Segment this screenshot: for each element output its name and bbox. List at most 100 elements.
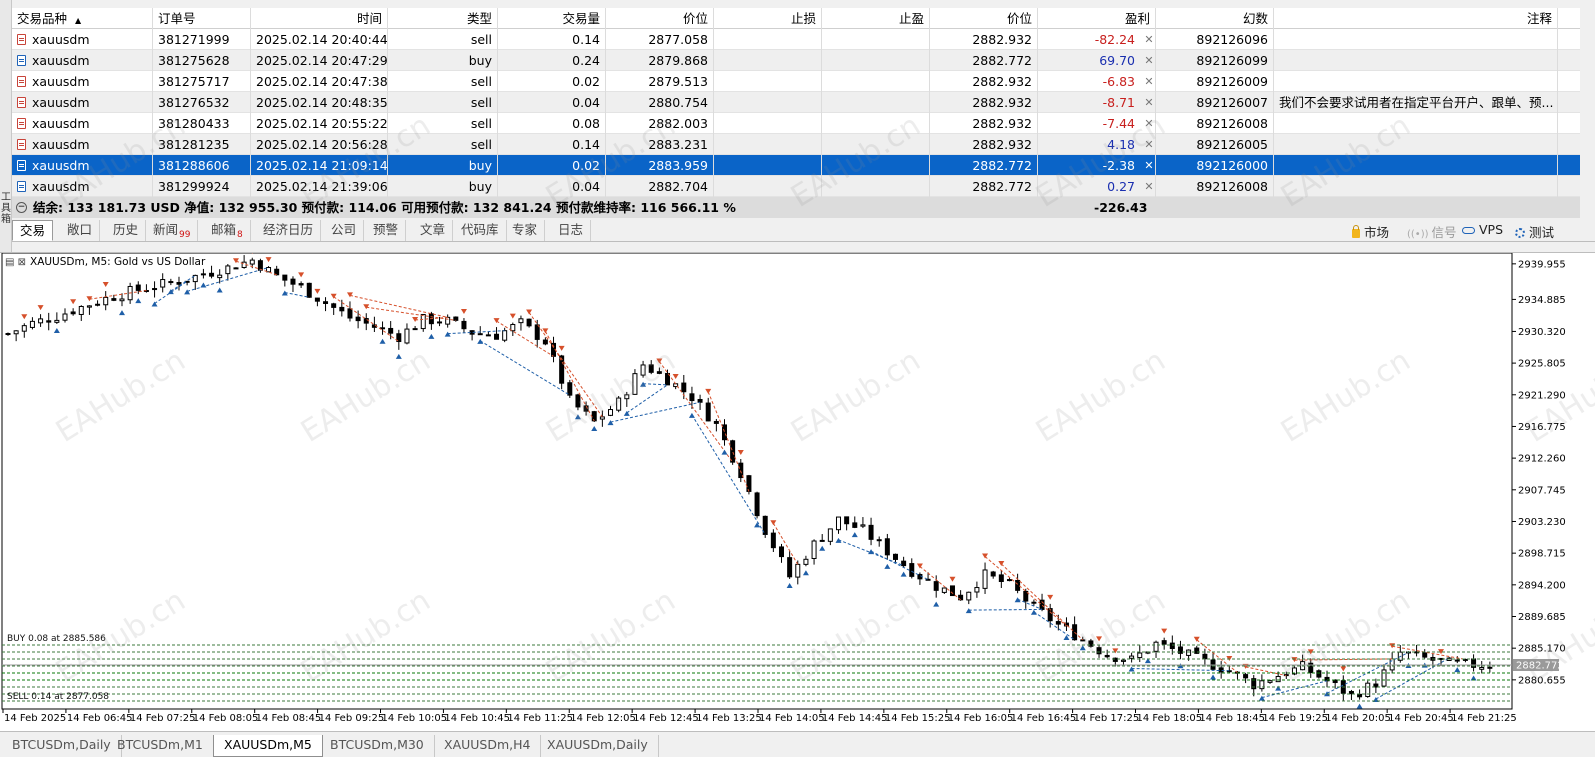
- candle-body: [624, 394, 630, 400]
- column-header[interactable]: 幻数: [1156, 8, 1274, 29]
- plot-frame: [1, 253, 1513, 710]
- table-row[interactable]: xauusdm 381271999 2025.02.14 20:40:44 sell 0…: [12, 29, 1580, 50]
- candle-body: [160, 279, 166, 288]
- market-button[interactable]: 市场: [1352, 222, 1389, 241]
- column-header[interactable]: 交易品种 ▲: [12, 8, 153, 29]
- candle: [526, 318, 532, 328]
- chart-tab[interactable]: XAUUSDm,H4: [434, 735, 542, 757]
- chart-tab[interactable]: XAUUSDm,M5: [213, 735, 323, 757]
- cell-value-magic: 892126005: [1196, 137, 1268, 152]
- chart-tab[interactable]: BTCUSDm,Daily: [2, 735, 122, 757]
- candle-body: [1365, 682, 1371, 698]
- close-position-icon[interactable]: ✕: [1143, 29, 1155, 50]
- table-cell-volume: 0.02: [498, 71, 606, 92]
- close-position-icon[interactable]: ✕: [1143, 113, 1155, 134]
- column-header[interactable]: 注释: [1274, 8, 1558, 29]
- column-header-label: 注释: [1526, 11, 1552, 26]
- tab-8[interactable]: 文章: [413, 220, 454, 241]
- vps-button[interactable]: VPS: [1462, 222, 1503, 237]
- column-header[interactable]: 止盈: [822, 8, 930, 29]
- close-position-icon[interactable]: ✕: [1143, 50, 1155, 71]
- table-cell-profit: -8.71 ✕: [1038, 92, 1156, 113]
- table-cell-ticket: 381271999: [153, 29, 251, 50]
- cell-value-time: 2025.02.14 20:47:38: [256, 74, 388, 89]
- candle-body: [339, 306, 345, 312]
- candle-body: [575, 394, 581, 408]
- candle-body: [5, 333, 11, 336]
- x-tick-label: 14 Feb 19:25: [1262, 713, 1328, 724]
- tab-3[interactable]: 新闻99: [146, 220, 199, 241]
- candle: [1365, 680, 1371, 698]
- close-position-icon[interactable]: ✕: [1143, 134, 1155, 155]
- tab-11[interactable]: 日志: [551, 220, 592, 241]
- column-header-label: 时间: [356, 11, 382, 26]
- tab-0[interactable]: 交易: [12, 220, 54, 241]
- close-position-icon[interactable]: ✕: [1143, 71, 1155, 92]
- cell-value-volume: 0.04: [572, 95, 600, 110]
- table-row[interactable]: xauusdm 381288606 2025.02.14 21:09:14 buy 0.…: [12, 155, 1580, 176]
- table-cell-time: 2025.02.14 20:47:29: [251, 50, 388, 71]
- tab-4[interactable]: 邮箱8: [204, 220, 251, 241]
- table-row[interactable]: xauusdm 381280433 2025.02.14 20:55:22 sell 0…: [12, 113, 1580, 134]
- table-cell-symbol: xauusdm: [12, 92, 153, 113]
- column-header[interactable]: 类型: [388, 8, 498, 29]
- column-header[interactable]: 价位: [930, 8, 1038, 29]
- column-header[interactable]: 时间: [251, 8, 388, 29]
- column-header[interactable]: 交易量: [498, 8, 606, 29]
- chart-tabs: BTCUSDm,Daily BTCUSDm,M1 XAUUSDm,M5 BTCUSDm…: [0, 731, 1595, 757]
- tab-7[interactable]: 预警: [366, 220, 407, 241]
- column-header[interactable]: 价位: [606, 8, 714, 29]
- table-row[interactable]: xauusdm 381276532 2025.02.14 20:48:35 sell 0…: [12, 92, 1580, 113]
- tab-label: 邮箱: [211, 222, 237, 237]
- table-row[interactable]: xauusdm 381299924 2025.02.14 21:39:06 buy 0.…: [12, 176, 1580, 197]
- chart-tab[interactable]: BTCUSDm,M1: [107, 735, 214, 757]
- candle-body: [990, 571, 996, 577]
- candle-body: [225, 265, 231, 275]
- candle-body: [95, 303, 101, 306]
- cloud-icon: [1462, 227, 1475, 234]
- cell-value-type: sell: [470, 116, 492, 131]
- cell-value-profit: -7.44: [1102, 116, 1135, 131]
- y-tick-label: 2880.655: [1518, 675, 1566, 686]
- candle-body: [314, 297, 320, 302]
- cell-value-price: 2877.058: [648, 32, 708, 47]
- tab-2[interactable]: 历史: [106, 220, 147, 241]
- chart-menu-icon[interactable]: ▤ ⊠: [5, 257, 26, 268]
- cell-value-magic: 892126009: [1196, 74, 1268, 89]
- x-tick-label: 14 Feb 08:05: [193, 713, 259, 724]
- tab-10[interactable]: 专家: [505, 220, 546, 241]
- column-header[interactable]: 止损: [714, 8, 822, 29]
- price-chart[interactable]: 2939.955 2934.885 2930.320 2925.805 2921.290…: [0, 252, 1595, 731]
- candle-body: [884, 538, 890, 556]
- candle-body: [608, 409, 614, 416]
- close-position-icon[interactable]: ✕: [1143, 155, 1155, 176]
- candle-body: [1479, 666, 1485, 670]
- column-header[interactable]: 订单号: [153, 8, 251, 29]
- collapse-icon[interactable]: −: [16, 202, 27, 213]
- tab-6[interactable]: 公司: [324, 220, 365, 241]
- position-icon: [17, 76, 26, 87]
- chart-tab[interactable]: XAUUSDm,Daily: [537, 735, 659, 757]
- candle-body: [876, 539, 882, 542]
- column-header[interactable]: 盈利: [1038, 8, 1156, 29]
- table-cell-comment: [1274, 176, 1558, 197]
- table-cell-sl: [714, 71, 822, 92]
- table-cell-profit: -7.44 ✕: [1038, 113, 1156, 134]
- table-cell-comment: [1274, 113, 1558, 134]
- table-row[interactable]: xauusdm 381275628 2025.02.14 20:47:29 buy 0.…: [12, 50, 1580, 71]
- candle-body: [298, 283, 304, 286]
- table-row[interactable]: xauusdm 381281235 2025.02.14 20:56:28 sell 0…: [12, 134, 1580, 155]
- y-tick-label: 2934.885: [1518, 295, 1566, 306]
- tab-9[interactable]: 代码库: [454, 220, 507, 241]
- close-position-icon[interactable]: ✕: [1143, 92, 1155, 113]
- close-position-icon[interactable]: ✕: [1143, 176, 1155, 197]
- signals-button[interactable]: ((•)) 信号: [1407, 222, 1457, 241]
- candle-body: [70, 311, 76, 315]
- table-row[interactable]: xauusdm 381275717 2025.02.14 20:47:38 sell 0…: [12, 71, 1580, 92]
- tab-5[interactable]: 经济日历: [256, 220, 322, 241]
- position-icon: [17, 160, 26, 171]
- chart-tab[interactable]: BTCUSDm,M30: [320, 735, 435, 757]
- tab-1[interactable]: 敞口: [60, 220, 101, 241]
- candle-body: [1047, 608, 1053, 622]
- tester-button[interactable]: 测试: [1515, 222, 1554, 241]
